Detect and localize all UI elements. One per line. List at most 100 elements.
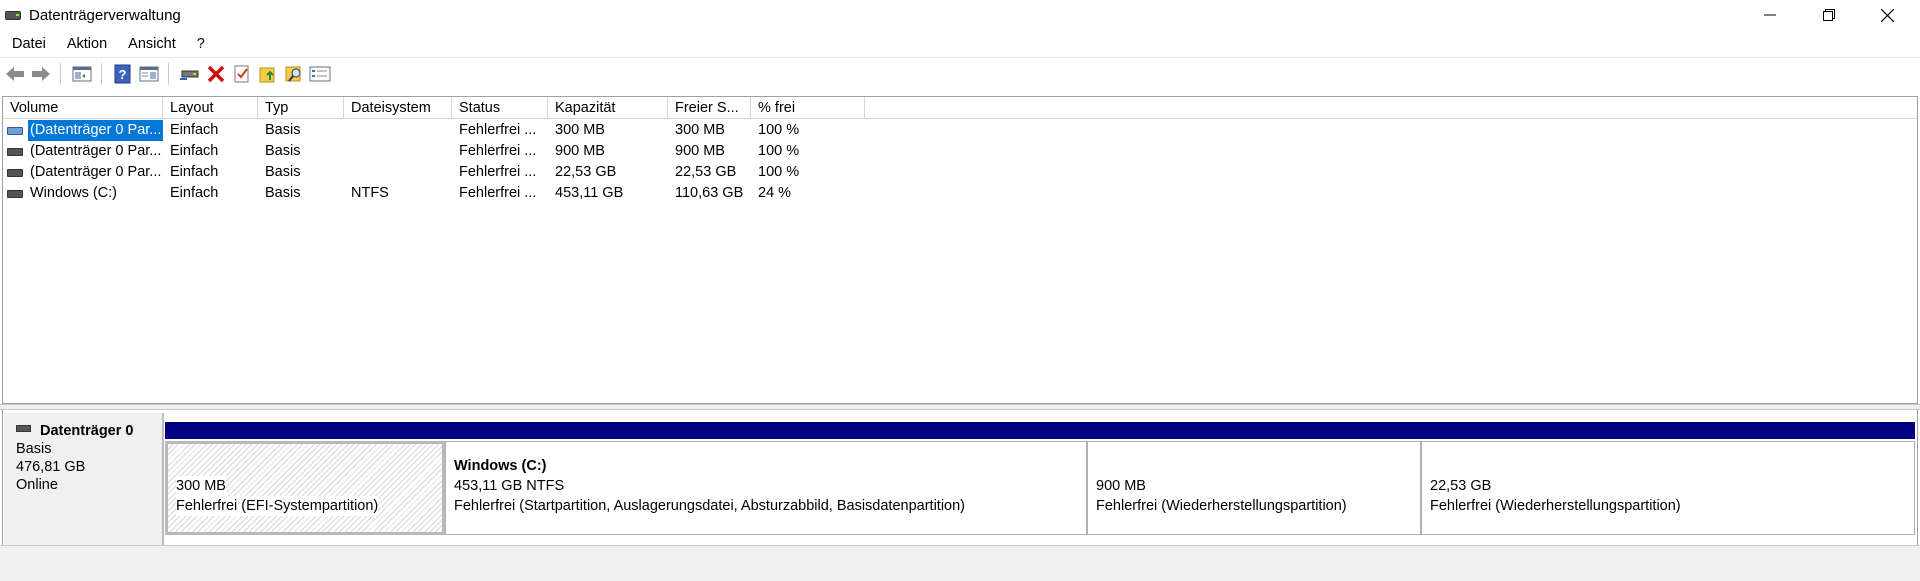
toolbar-separator <box>101 62 102 85</box>
volume-name: (Datenträger 0 Par... <box>26 120 163 141</box>
properties-view-button[interactable] <box>138 63 160 85</box>
kapazitaet-cell: 300 MB <box>555 122 605 138</box>
list-button[interactable] <box>309 63 331 85</box>
menu-ansicht[interactable]: Ansicht <box>119 36 185 52</box>
dateisystem-cell <box>344 120 452 141</box>
open-folder-icon <box>259 67 275 82</box>
partition-windows-c[interactable]: Windows (C:) 453,11 GB NTFS Fehlerfrei (… <box>445 422 1087 535</box>
prozent-frei-cell: 100 % <box>758 122 800 138</box>
volume-cell: Windows (C:) <box>3 183 163 204</box>
volume-rows: (Datenträger 0 Par... Einfach Basis Fehl… <box>3 120 1917 204</box>
frei-cell: 22,53 GB <box>675 164 737 180</box>
column-dateisystem[interactable]: Dateisystem <box>344 97 452 119</box>
column-typ[interactable]: Typ <box>258 97 344 119</box>
delete-button[interactable] <box>205 63 227 85</box>
explore-button[interactable] <box>283 63 305 85</box>
typ-cell: Basis <box>265 164 301 180</box>
disk-size: 476,81 GB <box>16 459 86 475</box>
partition-status: Fehlerfrei (Startpartition, Auslagerungs… <box>454 498 966 514</box>
partition-size: 22,53 GB <box>1430 478 1492 494</box>
check-button[interactable] <box>231 63 253 85</box>
partition-bar <box>445 422 1087 439</box>
partition-body: 300 MB Fehlerfrei (EFI-Systempartition) <box>165 441 445 535</box>
partition-status: Fehlerfrei (Wiederherstellungspartition) <box>1096 498 1347 514</box>
volume-cell: (Datenträger 0 Par... <box>3 162 163 183</box>
column-layout[interactable]: Layout <box>163 97 258 119</box>
table-row[interactable]: (Datenträger 0 Par... Einfach Basis Fehl… <box>3 162 1917 183</box>
table-row[interactable]: Windows (C:) Einfach Basis NTFS Fehlerfr… <box>3 183 1917 204</box>
disk-name: Datenträger 0 <box>40 423 134 439</box>
partition-recovery-2[interactable]: 22,53 GB Fehlerfrei (Wiederherstellungsp… <box>1421 422 1915 535</box>
partition-bar <box>165 422 445 439</box>
partition-size: 453,11 GB NTFS <box>454 478 565 494</box>
frei-cell: 300 MB <box>675 122 725 138</box>
volume-list: Volume Layout Typ Dateisystem Status Kap… <box>2 96 1918 404</box>
frei-cell: 110,63 GB <box>675 185 744 201</box>
layout-cell: Einfach <box>170 143 219 159</box>
help-button[interactable]: ? <box>112 63 134 85</box>
disk-type: Basis <box>16 441 52 457</box>
kapazitaet-cell: 22,53 GB <box>555 164 617 180</box>
status-cell: Fehlerfrei ... <box>459 143 537 159</box>
column-status[interactable]: Status <box>452 97 548 119</box>
partition-body: 900 MB Fehlerfrei (Wiederherstellungspar… <box>1087 441 1421 535</box>
disk-icon <box>16 424 31 432</box>
partition-body: Windows (C:) 453,11 GB NTFS Fehlerfrei (… <box>445 441 1087 535</box>
column-freier-speicher[interactable]: Freier S... <box>668 97 751 119</box>
disk-0-info[interactable]: Datenträger 0 Basis 476,81 GB Online <box>4 413 164 546</box>
list-icon <box>309 66 331 81</box>
partition-bar <box>1421 422 1915 439</box>
show-hide-console-tree-button[interactable] <box>71 63 93 85</box>
volume-name: Windows (C:) <box>30 185 118 201</box>
restore-button[interactable] <box>1800 0 1858 30</box>
minimize-icon <box>1764 14 1776 16</box>
partition-bar <box>1087 422 1421 439</box>
menu-bar: Datei Aktion Ansicht ? <box>0 30 1920 57</box>
forward-icon <box>32 66 50 81</box>
connect-virtual-disk-button[interactable] <box>179 63 201 85</box>
volume-icon <box>7 126 23 135</box>
status-cell: Fehlerfrei ... <box>459 185 537 201</box>
menu-help[interactable]: ? <box>188 36 214 52</box>
back-icon <box>6 66 24 81</box>
menu-datei[interactable]: Datei <box>3 36 55 52</box>
table-row[interactable]: (Datenträger 0 Par... Einfach Basis Fehl… <box>3 141 1917 162</box>
table-row[interactable]: (Datenträger 0 Par... Einfach Basis Fehl… <box>3 120 1917 141</box>
delete-icon <box>207 65 225 82</box>
close-button[interactable] <box>1858 0 1916 30</box>
forward-button[interactable] <box>30 63 52 85</box>
title-bar: Datenträgerverwaltung <box>0 0 1920 30</box>
help-icon: ? <box>114 64 131 83</box>
open-folder-button[interactable] <box>257 63 279 85</box>
partition-status: Fehlerfrei (Wiederherstellungspartition) <box>1430 498 1681 514</box>
column-kapazitaet[interactable]: Kapazität <box>548 97 668 119</box>
disk-management-icon <box>4 7 22 23</box>
status-bar <box>0 545 1920 581</box>
window-title: Datenträgerverwaltung <box>29 6 181 24</box>
volume-cell: (Datenträger 0 Par... <box>3 120 163 141</box>
close-icon <box>1880 8 1894 22</box>
column-volume[interactable]: Volume <box>3 97 163 119</box>
restore-icon <box>1823 9 1835 21</box>
status-cell: Fehlerfrei ... <box>459 164 537 180</box>
layout-cell: Einfach <box>170 122 219 138</box>
minimize-button[interactable] <box>1741 0 1799 30</box>
dateisystem-cell <box>344 162 452 183</box>
kapazitaet-cell: 900 MB <box>555 143 605 159</box>
disk-state: Online <box>16 477 58 493</box>
menu-aktion[interactable]: Aktion <box>58 36 116 52</box>
column-prozent-frei[interactable]: % frei <box>751 97 865 119</box>
frei-cell: 900 MB <box>675 143 725 159</box>
volume-name: (Datenträger 0 Par... <box>30 143 162 159</box>
partition-body: 22,53 GB Fehlerfrei (Wiederherstellungsp… <box>1421 441 1915 535</box>
back-button[interactable] <box>4 63 26 85</box>
prozent-frei-cell: 100 % <box>758 164 800 180</box>
typ-cell: Basis <box>265 185 301 201</box>
partition-efi[interactable]: 300 MB Fehlerfrei (EFI-Systempartition) <box>165 422 445 535</box>
toolbar: ? <box>0 57 1920 89</box>
partition-recovery-1[interactable]: 900 MB Fehlerfrei (Wiederherstellungspar… <box>1087 422 1421 535</box>
volume-icon <box>7 189 23 198</box>
svg-text:?: ? <box>119 67 127 82</box>
volume-icon <box>7 168 23 177</box>
show-hide-console-tree-icon <box>72 66 92 81</box>
